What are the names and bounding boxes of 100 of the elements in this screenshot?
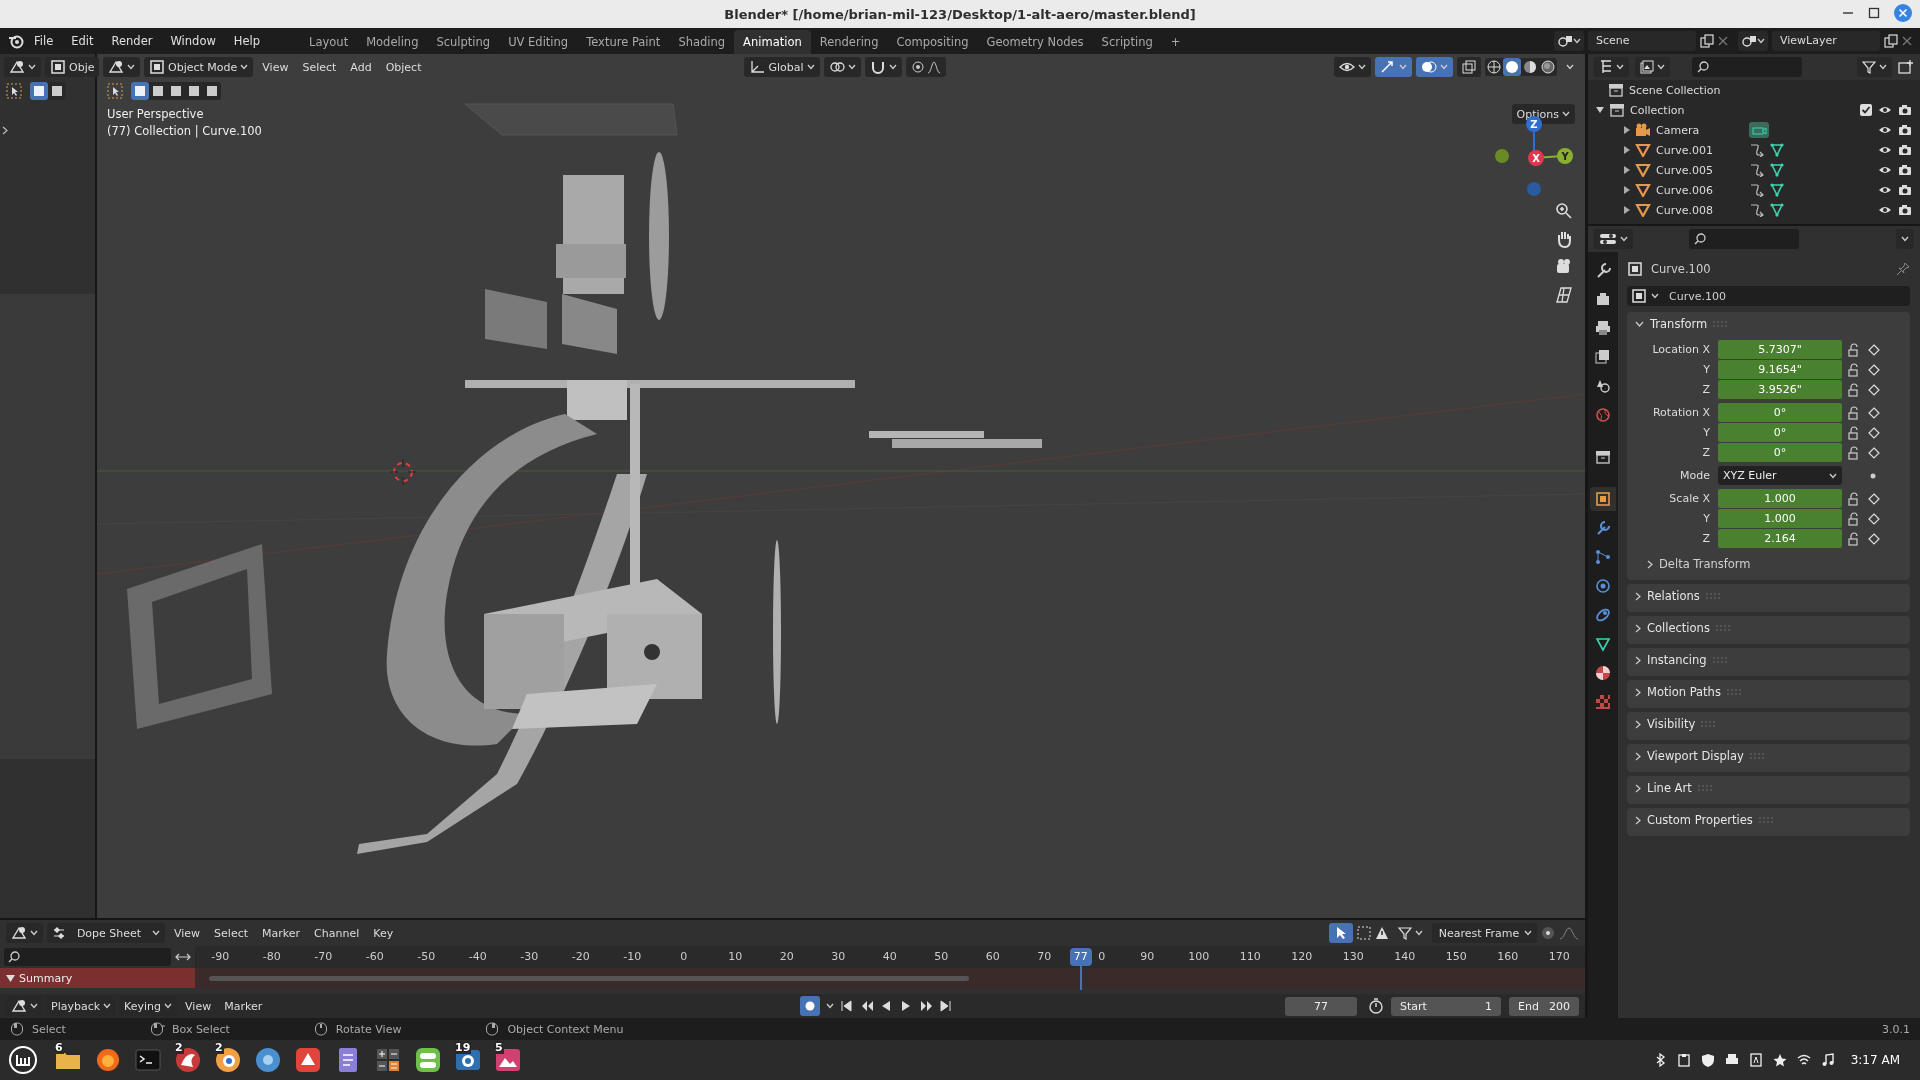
copy-icon[interactable] xyxy=(1700,34,1714,48)
clipboard-icon[interactable] xyxy=(1676,1053,1691,1067)
drag-handle-icon[interactable] xyxy=(1726,689,1741,695)
mode-dropdown[interactable]: Obje xyxy=(45,57,100,77)
close-icon[interactable] xyxy=(1902,36,1912,46)
proportional-edit-button[interactable] xyxy=(905,57,946,77)
collapsed-arrow-icon[interactable] xyxy=(1624,186,1630,194)
select-mode-icon[interactable] xyxy=(50,84,64,98)
taskbar-app[interactable]: 5 xyxy=(490,1042,526,1078)
panel-header[interactable]: Line Art xyxy=(1627,776,1720,800)
name-field[interactable]: Curve.100 xyxy=(1627,286,1910,306)
search-field[interactable] xyxy=(1689,229,1799,249)
star-icon[interactable] xyxy=(1772,1053,1787,1067)
end-frame-field[interactable]: End 200 xyxy=(1509,996,1579,1016)
shield-icon[interactable] xyxy=(1700,1053,1715,1067)
view-layer-field[interactable]: ViewLayer xyxy=(1772,31,1880,51)
select-tool-icon[interactable] xyxy=(6,83,22,99)
grid-icon[interactable] xyxy=(1555,286,1573,304)
filter-dropdown[interactable] xyxy=(1635,57,1670,77)
axis-negative-z-handle[interactable] xyxy=(1527,182,1541,196)
panel-header[interactable]: Transform xyxy=(1627,312,1736,336)
scene-field[interactable]: Scene xyxy=(1588,31,1696,51)
menu-item[interactable]: Select xyxy=(209,923,254,943)
workspace-tab[interactable]: Modeling xyxy=(357,30,428,54)
pivot-dropdown[interactable] xyxy=(823,57,861,77)
workspace-tab[interactable]: Shading xyxy=(669,30,735,54)
proportional-icon[interactable] xyxy=(1541,926,1555,940)
channel-row[interactable]: Summary xyxy=(0,968,195,988)
number-field[interactable]: 0° xyxy=(1718,403,1842,422)
collapsed-arrow-icon[interactable] xyxy=(1624,206,1630,214)
keyframe-icon[interactable] xyxy=(1868,383,1880,396)
menu-item[interactable]: Channel xyxy=(309,923,365,943)
menu-item[interactable]: Select xyxy=(297,57,342,77)
menu-item[interactable]: Object xyxy=(380,57,427,77)
keyframe-icon[interactable] xyxy=(1868,406,1880,419)
panel-header[interactable]: Motion Paths xyxy=(1627,680,1749,704)
drag-handle-icon[interactable] xyxy=(1758,817,1773,823)
eye-icon[interactable] xyxy=(1878,144,1892,156)
menu-item[interactable]: File xyxy=(26,31,62,51)
view-layer-type-button[interactable] xyxy=(1738,31,1768,51)
collapsed-arrow-icon[interactable] xyxy=(1624,146,1630,154)
music-note-icon[interactable] xyxy=(1820,1053,1835,1067)
workspace-tab[interactable]: Compositing xyxy=(887,30,978,54)
wifi-icon[interactable] xyxy=(1796,1053,1811,1067)
display-mode-dropdown[interactable] xyxy=(1594,57,1629,77)
pin-icon[interactable] xyxy=(1896,262,1910,276)
blender-logo-icon[interactable] xyxy=(8,33,24,49)
number-field[interactable]: 2.164 xyxy=(1718,529,1842,548)
select-mode-icon[interactable] xyxy=(133,84,147,98)
current-frame-field[interactable]: 77 xyxy=(1285,996,1357,1016)
number-field[interactable]: 9.1654" xyxy=(1718,360,1842,379)
select-mode-icon[interactable] xyxy=(187,84,201,98)
options-dropdown[interactable] xyxy=(1896,229,1914,249)
menu-icon[interactable] xyxy=(8,1045,38,1075)
menu-item[interactable]: Marker xyxy=(257,923,306,943)
printer-icon[interactable] xyxy=(1724,1053,1739,1067)
dot-icon[interactable] xyxy=(1870,472,1876,479)
panel-header[interactable]: Relations xyxy=(1627,584,1728,608)
search-field[interactable] xyxy=(1692,57,1802,77)
menu-item[interactable]: Key xyxy=(368,923,399,943)
drag-handle-icon[interactable] xyxy=(1705,593,1720,599)
taskbar-app[interactable]: 6 xyxy=(50,1042,86,1078)
outliner-item[interactable]: Scene Collection xyxy=(1629,83,1721,97)
scrollbar[interactable] xyxy=(209,975,969,981)
shading-mode-button[interactable] xyxy=(1503,58,1521,76)
number-field[interactable]: 0° xyxy=(1718,423,1842,442)
record-button[interactable] xyxy=(800,996,821,1016)
current-frame-indicator[interactable]: 77 xyxy=(1069,948,1092,966)
select-mode-icon[interactable] xyxy=(169,84,183,98)
shading-mode-button[interactable] xyxy=(1539,58,1557,76)
keyframe-icon[interactable] xyxy=(1868,512,1880,525)
keyframe-icon[interactable] xyxy=(1868,532,1880,545)
outliner-item[interactable]: Curve.008 xyxy=(1656,203,1744,217)
snap-dropdown[interactable]: Nearest Frame xyxy=(1432,923,1537,943)
start-frame-field[interactable]: Start 1 xyxy=(1391,996,1501,1016)
prev-key-icon[interactable] xyxy=(860,1000,875,1012)
menu-item[interactable]: Window xyxy=(162,31,224,51)
taskbar-app[interactable]: 2 xyxy=(210,1042,246,1078)
copy-icon[interactable] xyxy=(1884,34,1898,48)
mode-dropdown[interactable]: Object Mode xyxy=(144,57,254,77)
select-mode-icon[interactable] xyxy=(32,84,46,98)
axis-x-handle[interactable]: X xyxy=(1528,150,1544,166)
eye-icon[interactable] xyxy=(1878,164,1892,176)
subpanel-header[interactable]: Delta Transform xyxy=(1627,552,1771,576)
menu-item[interactable]: Edit xyxy=(63,31,102,51)
axis-y-handle[interactable]: Y xyxy=(1557,148,1573,164)
visibility-dropdown[interactable] xyxy=(1334,57,1371,77)
menu-item[interactable]: Add xyxy=(345,57,377,77)
keyframe-icon[interactable] xyxy=(1868,492,1880,505)
xray-button[interactable] xyxy=(1457,57,1481,77)
keyframe-icon[interactable] xyxy=(1868,426,1880,439)
dropdown[interactable]: XYZ Euler xyxy=(1718,466,1842,485)
taskbar-app[interactable]: 2 xyxy=(170,1042,206,1078)
collapsed-arrow-icon[interactable] xyxy=(1624,126,1630,134)
menu-item[interactable]: View xyxy=(257,57,294,77)
editor-type-button[interactable] xyxy=(1594,229,1633,249)
workspace-tab[interactable]: Scripting xyxy=(1092,30,1162,54)
workspace-tab[interactable]: Animation xyxy=(734,30,811,54)
drag-handle-icon[interactable] xyxy=(1697,785,1712,791)
stopwatch-icon[interactable] xyxy=(1368,998,1384,1014)
